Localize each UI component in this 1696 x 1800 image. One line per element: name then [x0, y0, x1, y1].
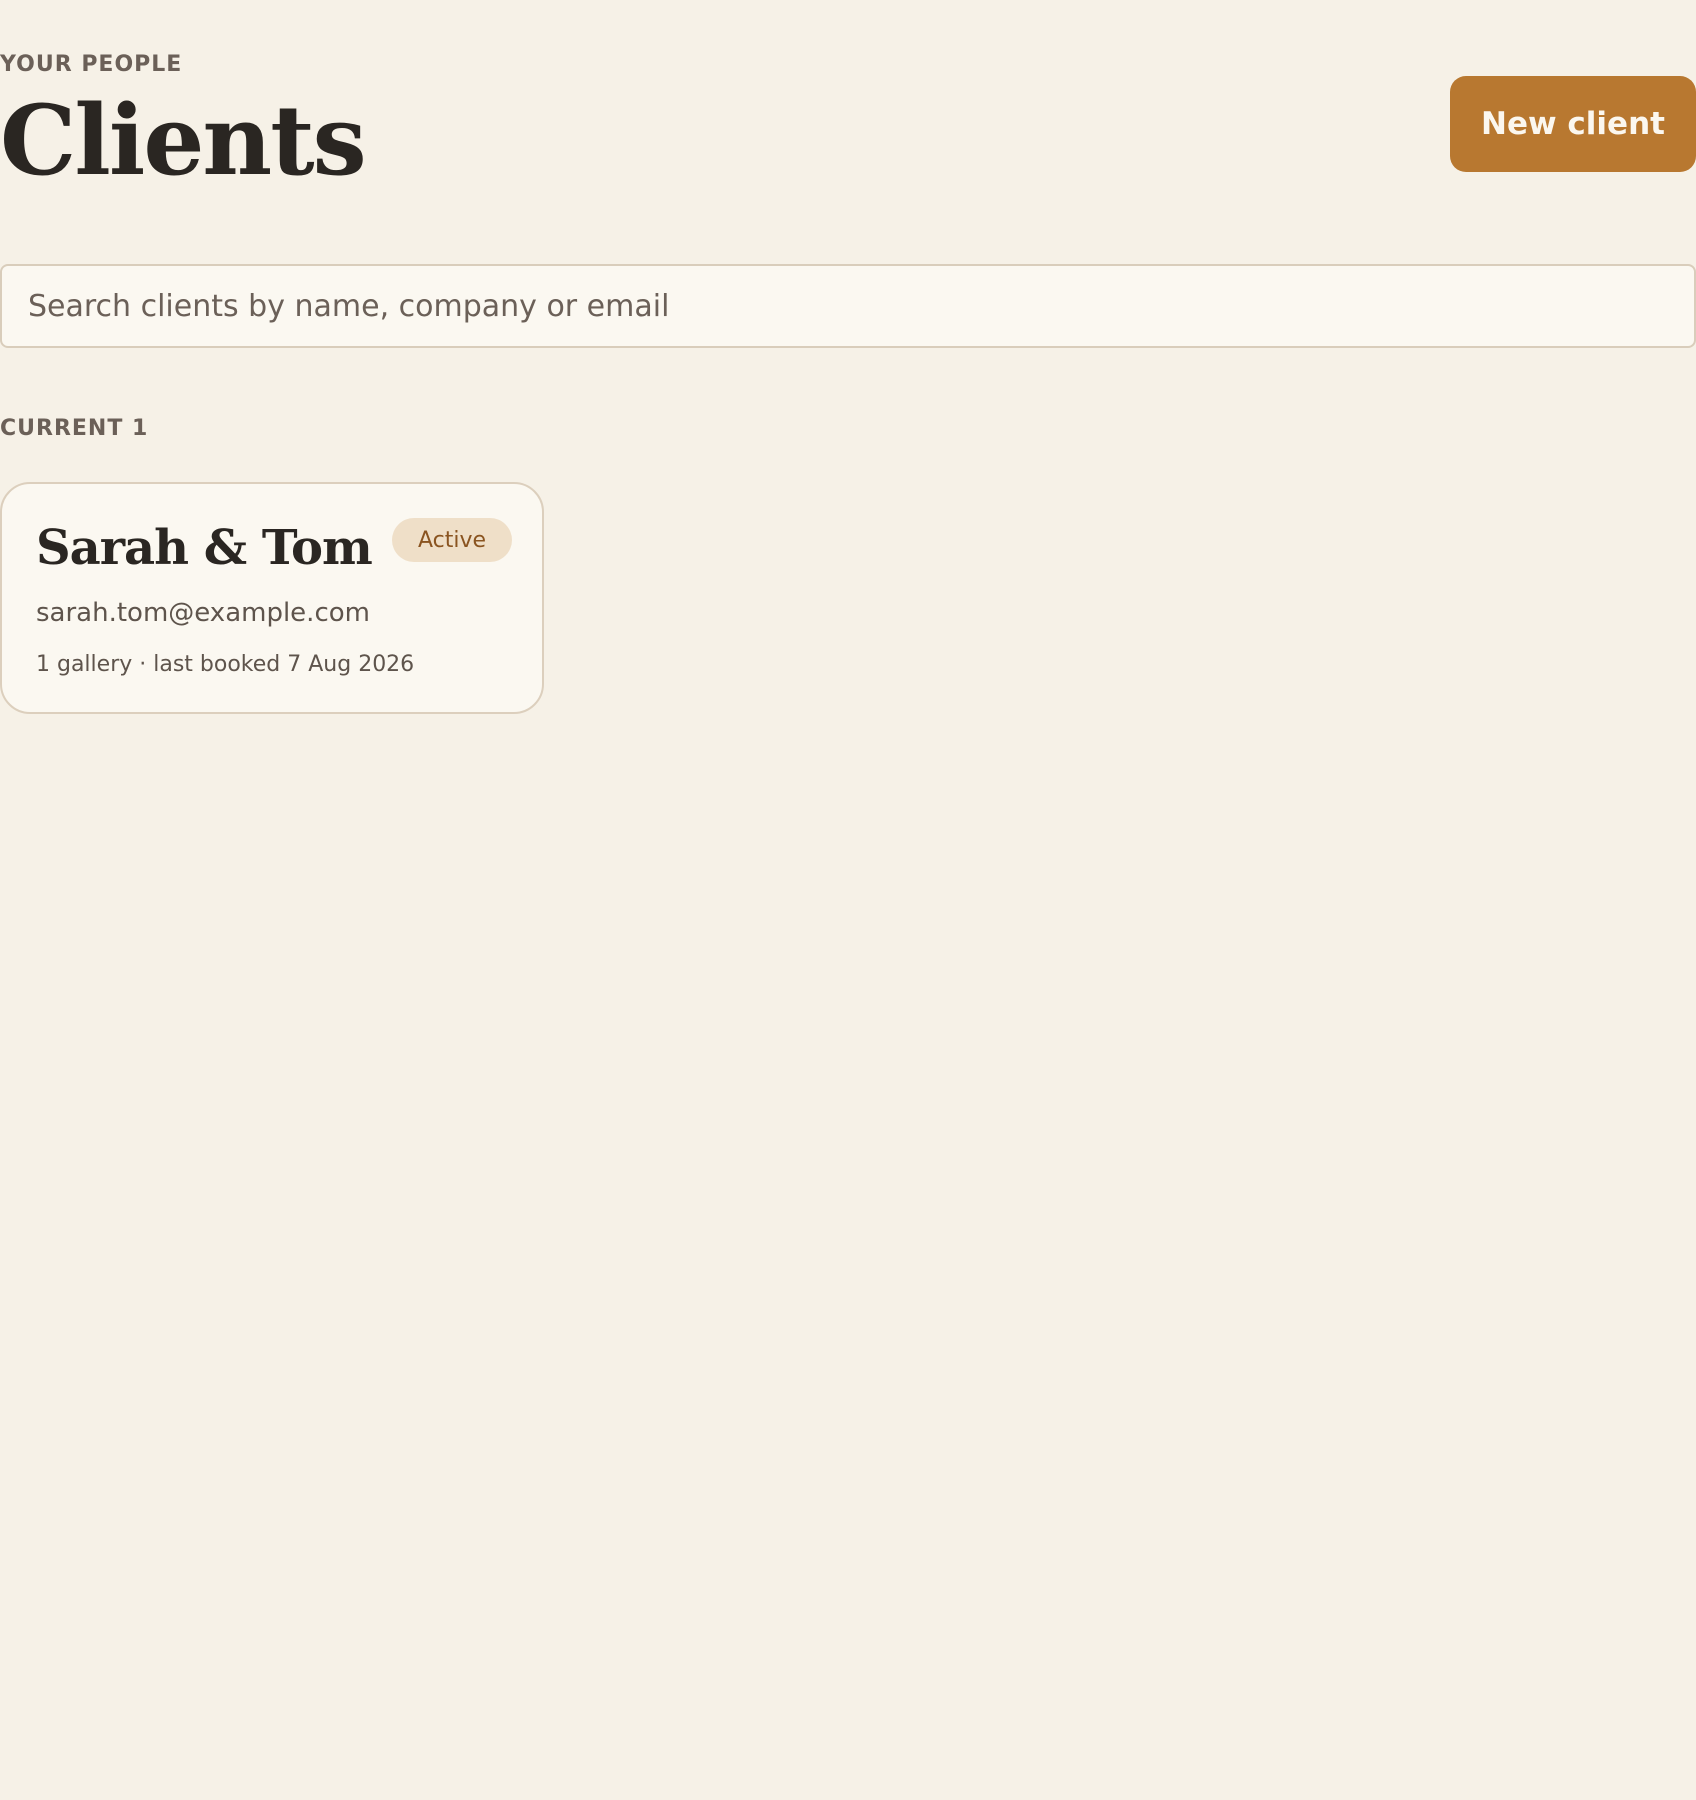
client-meta: 1 gallery · last booked 7 Aug 2026: [36, 652, 415, 677]
client-email: sarah.tom@example.com: [36, 598, 370, 628]
client-name: Sarah & Tom: [36, 520, 373, 576]
client-card[interactable]: Sarah & Tom Active sarah.tom@example.com…: [0, 482, 544, 714]
page-title: Clients: [0, 84, 367, 197]
section-label-current: CURRENT 1: [0, 416, 149, 441]
page-eyebrow: YOUR PEOPLE: [0, 52, 183, 77]
search-input[interactable]: [0, 264, 1696, 348]
status-badge: Active: [392, 518, 512, 562]
new-client-button[interactable]: New client: [1450, 76, 1696, 172]
